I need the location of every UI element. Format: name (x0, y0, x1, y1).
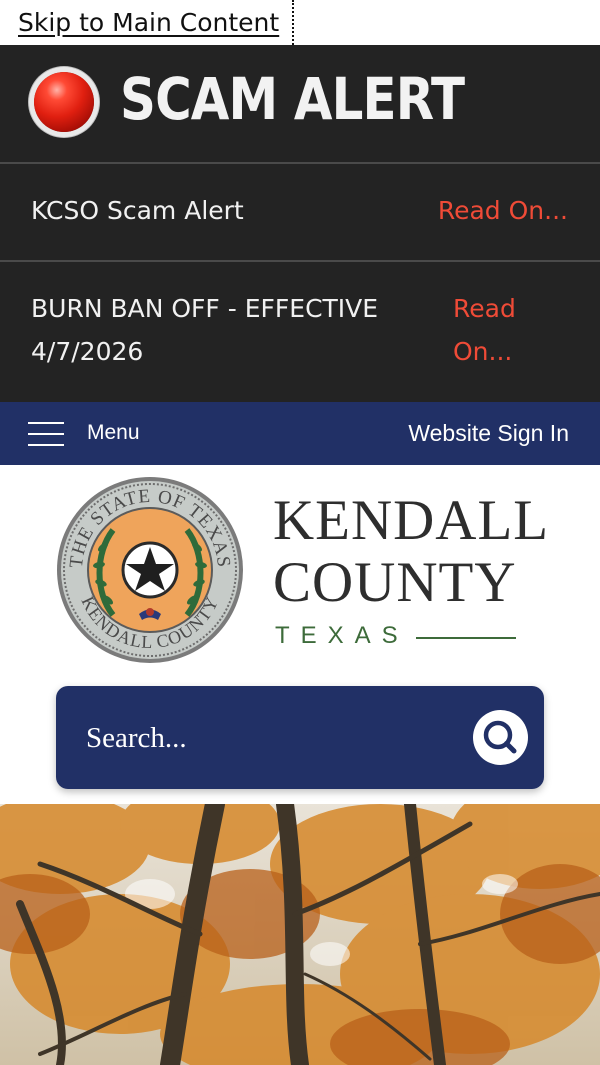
alert-indicator-icon (34, 72, 94, 132)
website-sign-in-link[interactable]: Website Sign In (408, 420, 569, 447)
skip-link-bar: Skip to Main Content (0, 0, 600, 45)
top-navbar: Menu Website Sign In (0, 402, 600, 465)
county-name-line1: KENDALL (273, 489, 550, 552)
hero-image (0, 804, 600, 1065)
county-name-line2: COUNTY (273, 551, 517, 614)
alert-read-on-link[interactable]: Read On... (438, 189, 568, 232)
scam-alert-banner: SCAM ALERT KCSO Scam Alert Read On... BU… (0, 45, 600, 402)
alert-item: KCSO Scam Alert Read On... (0, 162, 600, 260)
county-seal-icon: THE STATE OF TEXAS KENDALL COUNTY (57, 477, 243, 663)
alert-item-text: KCSO Scam Alert (31, 196, 244, 225)
county-state: TEXAS (275, 622, 409, 649)
site-logo[interactable]: THE STATE OF TEXAS KENDALL COUNTY KENDAL… (0, 465, 600, 680)
alert-item: BURN BAN OFF - EFFECTIVE 4/7/2026 Read O… (0, 260, 600, 402)
county-name: KENDALL COUNTY (273, 490, 549, 614)
alert-item-text: BURN BAN OFF - EFFECTIVE 4/7/2026 (31, 294, 379, 366)
hamburger-menu-icon[interactable] (28, 421, 64, 447)
state-divider-line (416, 637, 516, 639)
alert-header: SCAM ALERT (0, 45, 600, 162)
search-input[interactable] (86, 714, 456, 762)
search-bar (56, 686, 544, 789)
alert-title: SCAM ALERT (120, 65, 465, 133)
menu-button[interactable]: Menu (87, 421, 140, 445)
search-button[interactable] (473, 710, 528, 765)
search-icon (483, 720, 517, 754)
autumn-trees-photo (0, 804, 600, 1065)
skip-to-main-content-link[interactable]: Skip to Main Content (0, 0, 294, 45)
alert-read-on-link[interactable]: Read On... (453, 287, 563, 373)
